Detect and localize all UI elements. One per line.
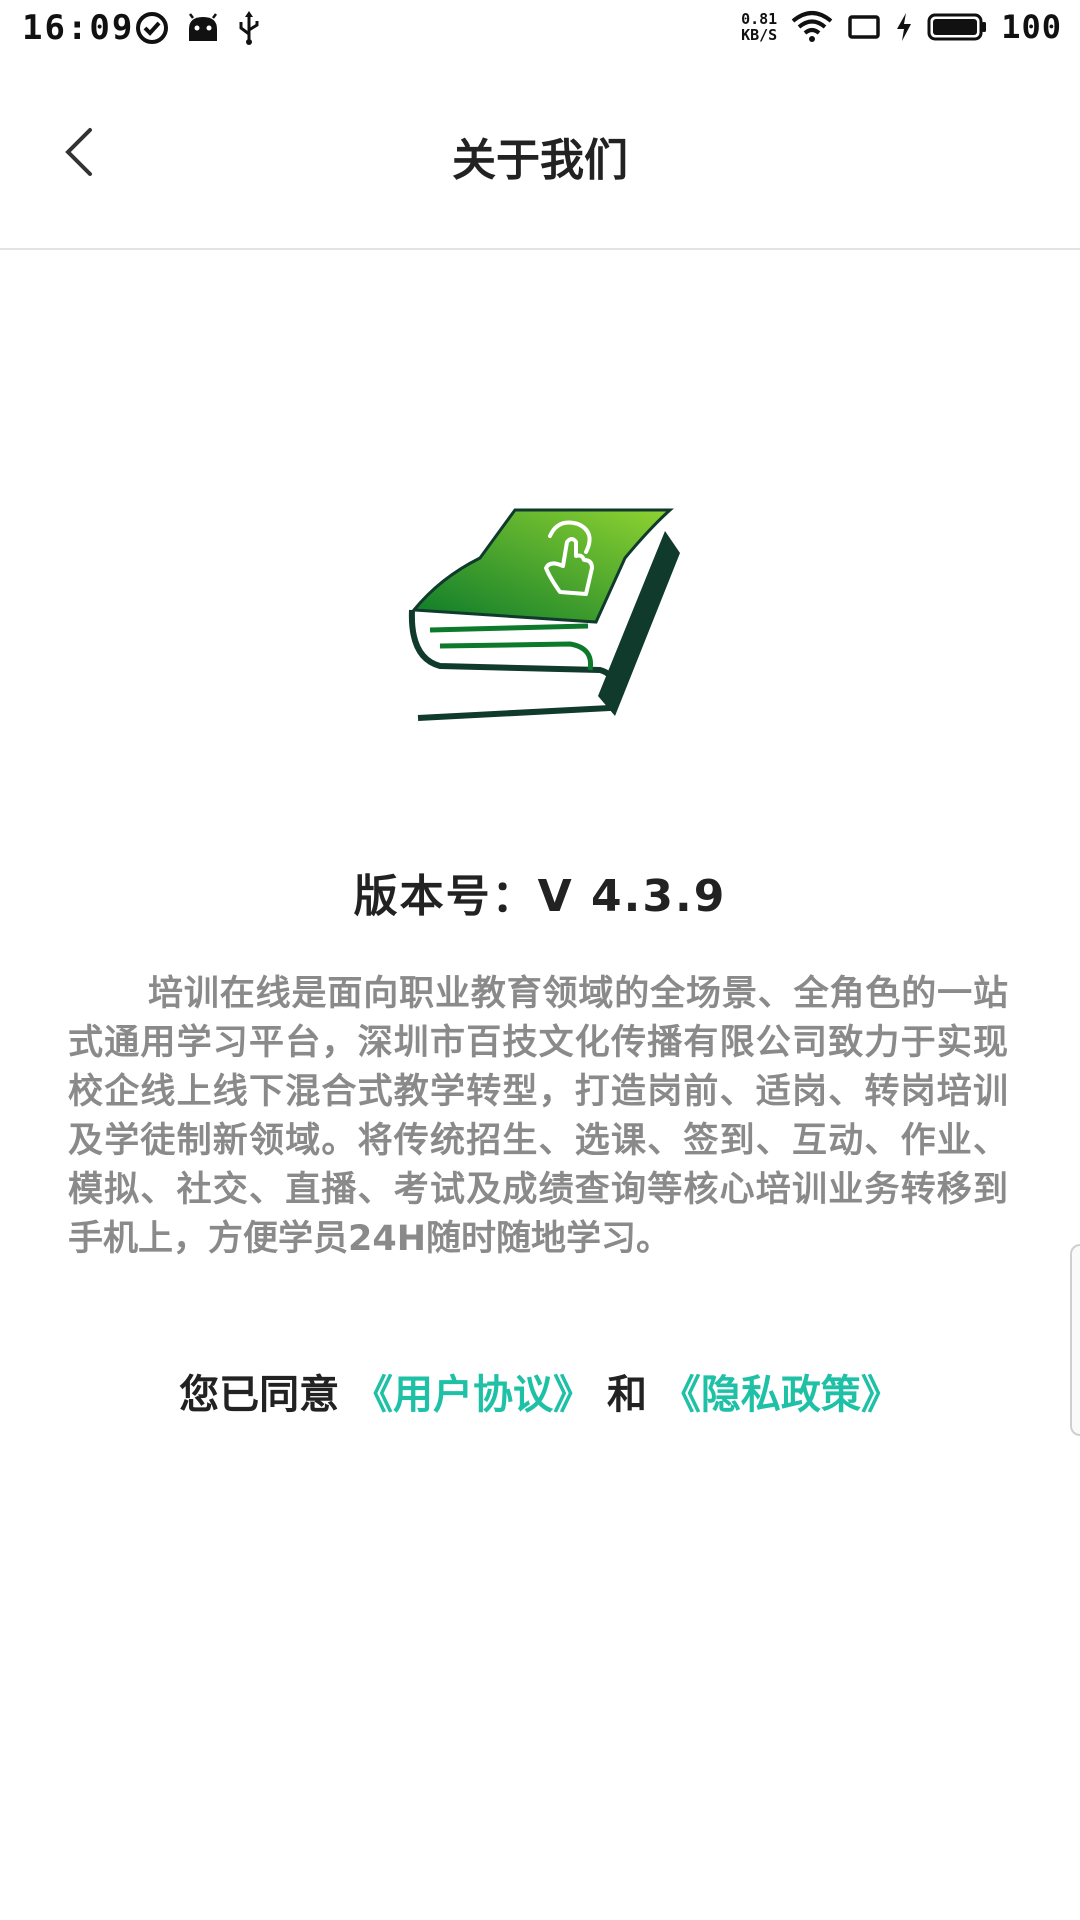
network-speed-unit: KB/S: [741, 26, 778, 44]
app-description: 培训在线是面向职业教育领域的全场景、全角色的一站式通用学习平台，深圳市百技文化传…: [68, 974, 1008, 1259]
status-notification-icons: [134, 10, 262, 46]
version-label: 版本号：V 4.3.9: [353, 871, 727, 922]
check-circle-icon: [136, 12, 168, 44]
screen-rotation-icon: [848, 15, 880, 39]
wifi-icon: [791, 11, 833, 42]
title-bar: 关于我们: [0, 60, 1080, 250]
usb-icon: [239, 11, 259, 45]
page-title: 关于我们: [452, 135, 628, 186]
network-speed: 0.81 KB/S: [741, 11, 777, 43]
network-speed-value: 0.81: [741, 10, 778, 28]
user-agreement-link[interactable]: 《用户协议》: [353, 1372, 593, 1418]
agreement-notice: 您已同意 《用户协议》 和 《隐私政策》: [0, 1362, 1080, 1420]
battery-icon: [927, 13, 987, 41]
status-system-icons: 0.81 KB/S 100: [741, 8, 1062, 46]
agreement-prefix: 您已同意: [179, 1372, 340, 1418]
status-bar: 16:09 0.81 KB/S 100: [0, 0, 1080, 60]
charging-bolt-icon: [897, 13, 912, 41]
agreement-conjunction: 和: [606, 1372, 647, 1418]
status-time: 16:09: [22, 8, 135, 48]
android-icon: [189, 13, 217, 41]
app-logo-icon: [408, 508, 680, 721]
privacy-policy-link[interactable]: 《隐私政策》: [661, 1372, 901, 1418]
battery-level: 100: [1001, 8, 1062, 46]
edge-scroll-handle[interactable]: [1070, 1244, 1080, 1436]
